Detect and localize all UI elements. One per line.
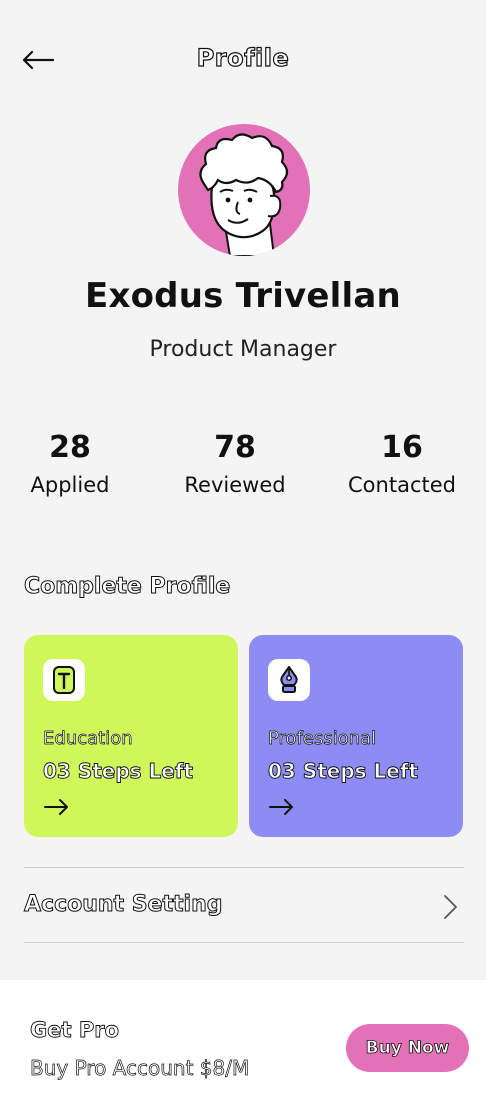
pro-title: Get Pro [30, 1018, 120, 1043]
pro-subtitle: Buy Pro Account $8/M [30, 1056, 250, 1081]
arrow-right-icon [269, 799, 293, 815]
user-role: Product Manager [149, 337, 337, 362]
pro-banner: Get Pro Buy Pro Account $8/M Buy Now [0, 980, 486, 1099]
stat-value: 78 [214, 430, 256, 465]
card-label: Professional [268, 728, 377, 750]
professional-card[interactable]: Professional 03 Steps Left [249, 635, 463, 837]
stat-reviewed[interactable]: 78 Reviewed [155, 428, 315, 500]
arrow-right-icon [44, 799, 68, 815]
account-setting-row[interactable]: Account Setting [23, 868, 464, 942]
chevron-right-icon [444, 895, 457, 919]
card-steps: 03 Steps Left [43, 759, 194, 784]
page-title: Profile [196, 43, 290, 72]
stat-value: 28 [49, 430, 91, 465]
stat-value: 16 [381, 430, 423, 465]
education-icon [43, 659, 85, 701]
stat-label: Applied [30, 473, 110, 497]
stat-label: Reviewed [184, 473, 286, 497]
stat-label: Contacted [348, 473, 456, 497]
complete-profile-title: Complete Profile [23, 574, 231, 600]
stats-row: 28 Applied 78 Reviewed 16 Contacted [0, 428, 486, 508]
buy-now-button[interactable]: Buy Now [346, 1024, 469, 1072]
stat-contacted[interactable]: 16 Contacted [322, 428, 482, 500]
account-setting-label: Account Setting [23, 892, 223, 918]
avatar-illustration [199, 133, 289, 256]
stat-applied[interactable]: 28 Applied [0, 428, 150, 500]
card-label: Education [43, 728, 133, 750]
divider [24, 942, 464, 943]
profile-screen: Profile Exodus Trivellan Product Manager [0, 0, 486, 1099]
card-steps: 03 Steps Left [268, 759, 419, 784]
user-name: Exodus Trivellan [85, 276, 401, 316]
pen-nib-icon [268, 659, 310, 701]
avatar[interactable] [178, 124, 310, 256]
education-card[interactable]: Education 03 Steps Left [24, 635, 238, 837]
